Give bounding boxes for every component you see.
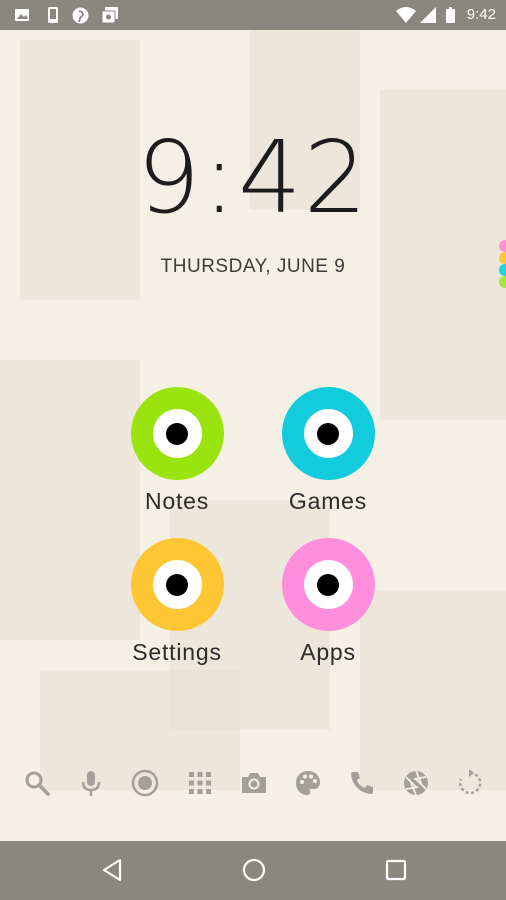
- navigation-bar: [0, 841, 506, 900]
- gallery-icon: [15, 9, 29, 21]
- phone-notification-icon: [48, 7, 58, 23]
- apps-icon: [281, 538, 375, 631]
- app-notes[interactable]: Notes: [102, 387, 252, 515]
- home-screen: 9:42 9:42 THURSDAY, JUNE 9 Notes Games S…: [0, 0, 506, 900]
- wifi-icon: [396, 7, 416, 23]
- record-icon[interactable]: [130, 768, 160, 798]
- notes-icon: [130, 387, 224, 480]
- edge-handle-stripe: [499, 240, 506, 252]
- edge-handle-stripe: [499, 264, 506, 276]
- app-label: Games: [288, 488, 368, 514]
- recents-icon[interactable]: [381, 855, 411, 885]
- refresh-icon[interactable]: [455, 768, 485, 798]
- settings-icon: [130, 538, 224, 631]
- status-time: 9:42: [466, 6, 496, 23]
- games-icon: [281, 387, 375, 480]
- signal-icon: [420, 7, 436, 23]
- photo-notification-icon: [102, 7, 118, 23]
- battery-icon: [446, 7, 455, 23]
- search-icon[interactable]: [22, 768, 52, 798]
- app-label: Notes: [144, 488, 210, 514]
- app-apps[interactable]: Apps: [253, 538, 403, 666]
- microphone-icon[interactable]: [76, 768, 106, 798]
- app-label: Settings: [132, 639, 222, 665]
- home-icon[interactable]: [239, 855, 269, 885]
- palette-icon[interactable]: [293, 768, 323, 798]
- app-settings[interactable]: Settings: [102, 538, 252, 666]
- app-grid-icon[interactable]: [185, 768, 215, 798]
- edge-handle-stripe: [499, 252, 506, 264]
- phone-icon[interactable]: [347, 768, 377, 798]
- camera-icon[interactable]: [239, 768, 269, 798]
- app-label: Apps: [300, 639, 356, 665]
- pinterest-icon: [72, 7, 89, 24]
- edge-handle-stripe: [499, 276, 506, 288]
- back-icon[interactable]: [98, 855, 128, 885]
- status-bar: 9:42: [0, 0, 506, 30]
- dock: [0, 762, 506, 804]
- edge-drawer-handle[interactable]: [499, 240, 506, 288]
- clock-time[interactable]: 9:42: [0, 128, 506, 228]
- app-games[interactable]: Games: [253, 387, 403, 515]
- clock-date: THURSDAY, JUNE 9: [160, 256, 346, 277]
- aperture-icon[interactable]: [401, 768, 431, 798]
